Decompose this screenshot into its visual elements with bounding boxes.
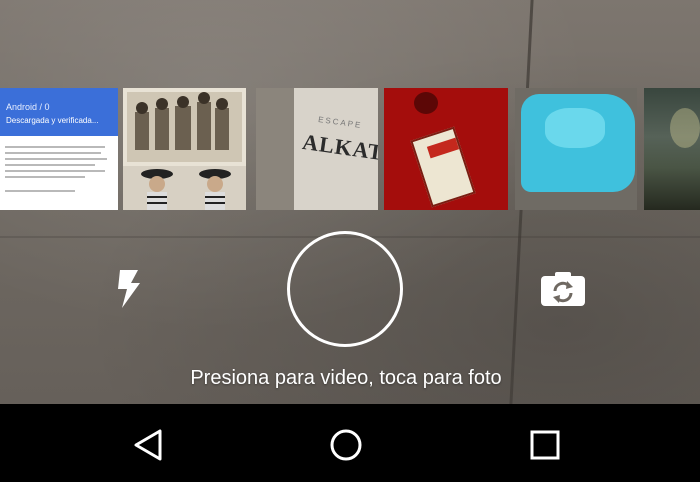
thumbnail-shadow (256, 88, 294, 210)
recents-icon (530, 430, 560, 460)
thumbnail-screenshot[interactable]: Android / 0 Descargada y verificada... (0, 88, 118, 210)
shutter-button[interactable] (287, 231, 403, 347)
back-icon (134, 429, 162, 461)
home-icon (330, 429, 362, 461)
sepia-photo-image (123, 88, 246, 210)
capture-hint-text: Presiona para video, toca para foto (190, 367, 502, 389)
text-line (5, 146, 105, 148)
thumbnail-night-landscape[interactable] (644, 88, 700, 210)
recent-photos-strip[interactable]: Android / 0 Descargada y verificada... E… (0, 88, 700, 210)
thumbnail-alkatraz-card[interactable]: ESCAPE ALKATRAZ (256, 88, 378, 210)
switch-camera-icon (541, 272, 585, 306)
text-line (5, 164, 95, 166)
text-line (5, 176, 85, 178)
flash-button[interactable] (116, 270, 142, 308)
thumbnail-title: Android / 0 (6, 102, 50, 112)
text-line (5, 190, 75, 192)
text-line (5, 152, 101, 154)
switch-camera-button[interactable] (541, 272, 585, 306)
thumbnail-sepia-photo[interactable] (123, 88, 246, 210)
thumbnail-subtitle: Descargada y verificada... (6, 116, 99, 125)
back-button[interactable] (132, 428, 166, 462)
home-button[interactable] (329, 428, 363, 462)
thumbnail-blue-bag[interactable] (515, 88, 637, 210)
recents-button[interactable] (528, 428, 562, 462)
navigation-bar (0, 404, 700, 482)
sky-glow (670, 108, 700, 148)
thumbnail-red-gift-card[interactable] (384, 88, 508, 210)
flash-icon (118, 270, 140, 308)
card-subtext: ESCAPE (317, 114, 363, 131)
text-line (5, 170, 105, 172)
text-line (5, 158, 107, 160)
gift-card-shape (410, 126, 476, 208)
bow-shape (414, 92, 438, 114)
card-logo-text: ALKATRAZ (300, 129, 378, 173)
camera-viewfinder[interactable]: Android / 0 Descargada y verificada... E… (0, 0, 700, 404)
thumbnail-header (0, 88, 118, 136)
blue-bag-highlight (545, 108, 605, 148)
